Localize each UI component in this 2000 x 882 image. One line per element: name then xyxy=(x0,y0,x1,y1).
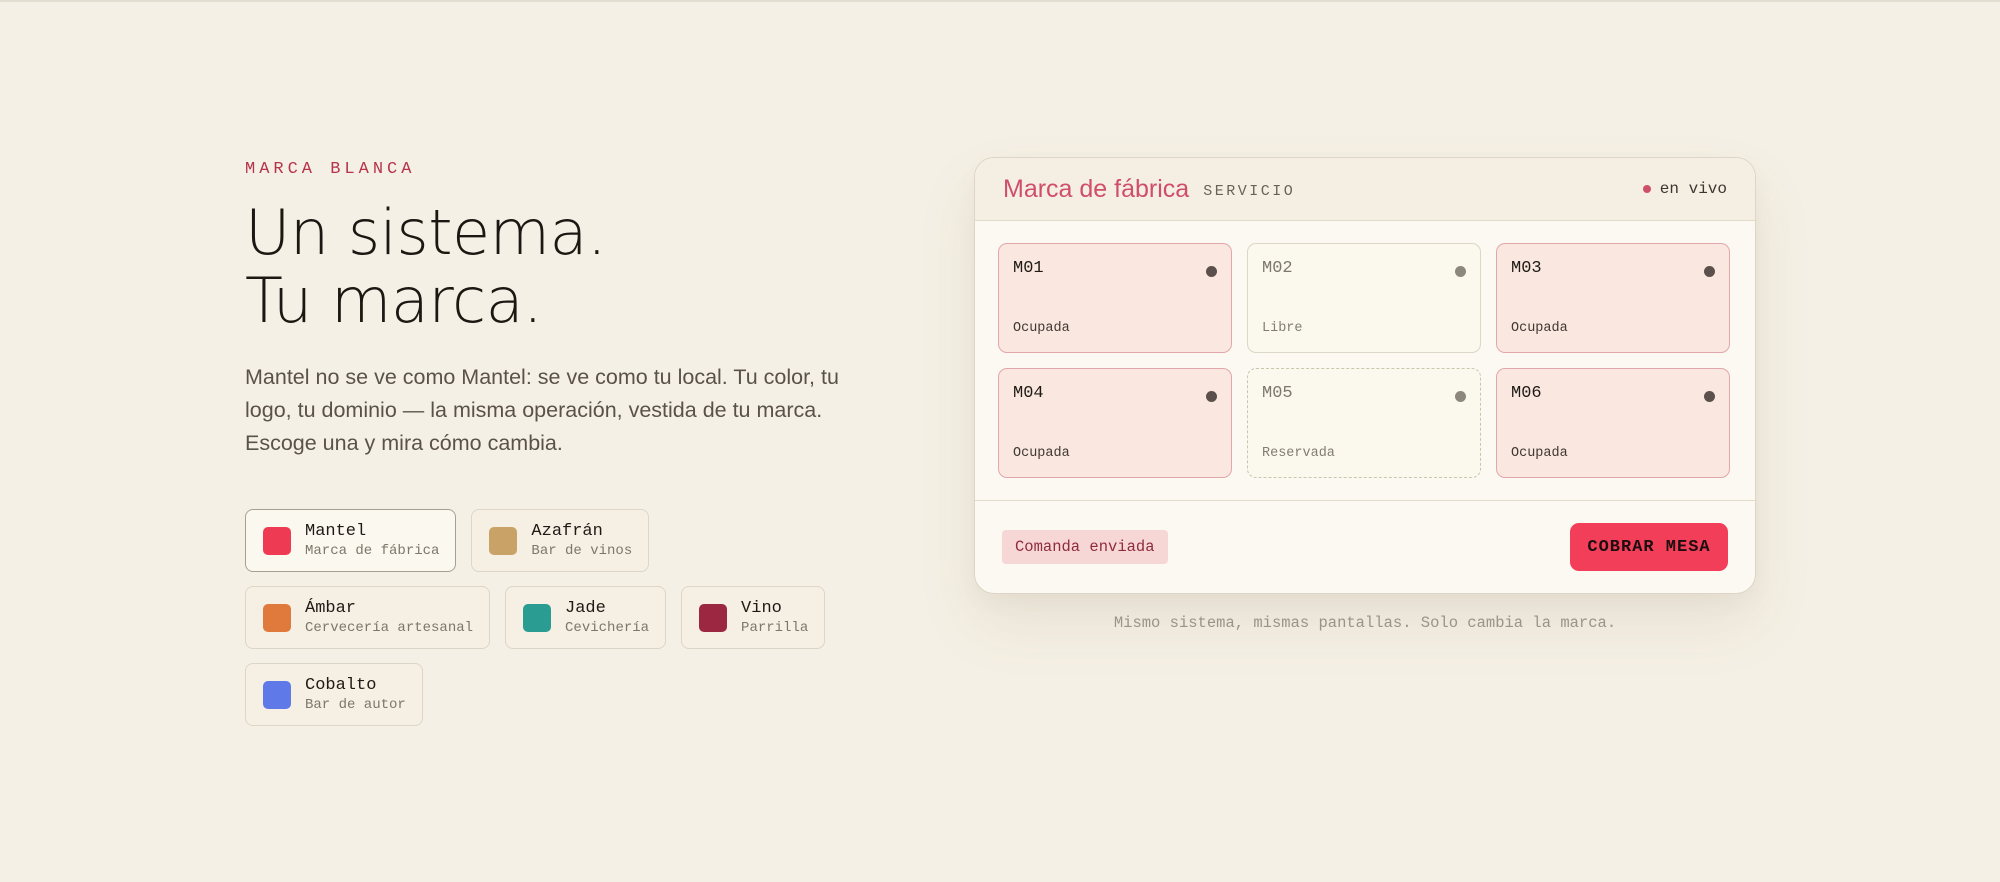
preview-brand-title: Marca de fábrica xyxy=(1003,174,1190,203)
tables-grid: M01 Ocupada M02 Libre M03 Ocupada M04 Oc… xyxy=(998,243,1732,478)
status-dot-icon xyxy=(1704,266,1715,277)
brand-option-ambar[interactable]: Ámbar Cervecería artesanal xyxy=(245,586,491,649)
brand-description: Bar de autor xyxy=(305,696,406,713)
brand-row-1: Mantel Marca de fábrica Azafrán Bar de v… xyxy=(245,509,865,572)
brand-description: Bar de vinos xyxy=(531,542,633,559)
status-dot-icon xyxy=(1455,266,1466,277)
order-status-badge: Comanda enviada xyxy=(1002,530,1168,564)
preview-footer: Comanda enviada COBRAR MESA xyxy=(975,500,1755,593)
brand-option-vino[interactable]: Vino Parrilla xyxy=(681,586,826,649)
brand-option-azafran[interactable]: Azafrán Bar de vinos xyxy=(471,509,650,572)
brand-name: Azafrán xyxy=(531,521,603,541)
brand-preview-panel: Marca de fábrica SERVICIO en vivo M01 Oc… xyxy=(974,157,1756,594)
brand-row-3: Cobalto Bar de autor xyxy=(245,663,865,726)
table-card-m02[interactable]: M02 Libre xyxy=(1247,243,1481,353)
brand-option-jade[interactable]: Jade Cevichería xyxy=(505,586,667,649)
table-status: Ocupada xyxy=(1013,321,1070,336)
top-divider xyxy=(0,0,2000,2)
table-card-m03[interactable]: M03 Ocupada xyxy=(1496,243,1730,353)
table-card-m06[interactable]: M06 Ocupada xyxy=(1496,368,1730,478)
table-card-m04[interactable]: M04 Ocupada xyxy=(998,368,1232,478)
headline-line-2: Tu marca. xyxy=(245,264,543,337)
table-status: Ocupada xyxy=(1511,446,1568,461)
headline-line-1: Un sistema. xyxy=(245,196,607,269)
live-indicator: en vivo xyxy=(1642,180,1727,198)
table-status: Libre xyxy=(1262,321,1303,336)
intro-paragraph: Mantel no se ve como Mantel: se ve como … xyxy=(245,365,839,455)
table-status: Reservada xyxy=(1262,446,1335,461)
color-swatch-icon xyxy=(523,603,552,632)
brand-name: Vino xyxy=(741,598,782,618)
brand-name: Cobalto xyxy=(305,675,377,695)
brand-description: Parrilla xyxy=(741,619,809,636)
status-dot-icon xyxy=(1206,391,1217,402)
status-dot-icon xyxy=(1455,391,1466,402)
table-id: M03 xyxy=(1511,259,1542,278)
status-dot-icon xyxy=(1704,391,1715,402)
color-swatch-icon xyxy=(263,603,291,632)
brand-description: Cevichería xyxy=(565,619,650,636)
charge-table-button[interactable]: COBRAR MESA xyxy=(1570,523,1728,571)
table-id: M01 xyxy=(1013,259,1044,278)
color-swatch-icon xyxy=(489,526,518,555)
table-id: M04 xyxy=(1013,384,1044,403)
status-dot-icon xyxy=(1206,266,1217,277)
color-swatch-icon xyxy=(263,526,291,555)
color-swatch-icon xyxy=(263,680,291,709)
brand-description: Cervecería artesanal xyxy=(305,619,474,636)
brand-name: Jade xyxy=(565,598,606,618)
table-id: M05 xyxy=(1262,384,1293,403)
brand-option-mantel[interactable]: Mantel Marca de fábrica xyxy=(245,509,457,572)
brand-selector: Mantel Marca de fábrica Azafrán Bar de v… xyxy=(245,509,865,740)
brand-name: Mantel xyxy=(305,521,367,541)
table-id: M06 xyxy=(1511,384,1542,403)
table-card-m05[interactable]: M05 Reservada xyxy=(1247,368,1481,478)
table-status: Ocupada xyxy=(1511,321,1568,336)
section-label: SERVICIO xyxy=(1203,182,1296,200)
table-status: Ocupada xyxy=(1013,446,1070,461)
brand-row-2: Ámbar Cervecería artesanal Jade Cevicher… xyxy=(245,586,865,649)
brand-description: Marca de fábrica xyxy=(305,542,440,559)
live-label: en vivo xyxy=(1659,180,1727,198)
preview-header: Marca de fábrica SERVICIO en vivo xyxy=(975,158,1755,221)
color-swatch-icon xyxy=(699,603,728,632)
page-title: Un sistema. Tu marca. xyxy=(245,199,895,335)
hero-section: MARCA BLANCA Un sistema. Tu marca. Mante… xyxy=(245,160,895,460)
table-card-m01[interactable]: M01 Ocupada xyxy=(998,243,1232,353)
table-id: M02 xyxy=(1262,259,1293,278)
brand-option-cobalto[interactable]: Cobalto Bar de autor xyxy=(245,663,423,726)
preview-caption: Mismo sistema, mismas pantallas. Solo ca… xyxy=(1113,614,1617,632)
brand-name: Ámbar xyxy=(305,598,357,618)
live-dot-icon xyxy=(1642,185,1651,193)
eyebrow-label: MARCA BLANCA xyxy=(245,160,416,179)
